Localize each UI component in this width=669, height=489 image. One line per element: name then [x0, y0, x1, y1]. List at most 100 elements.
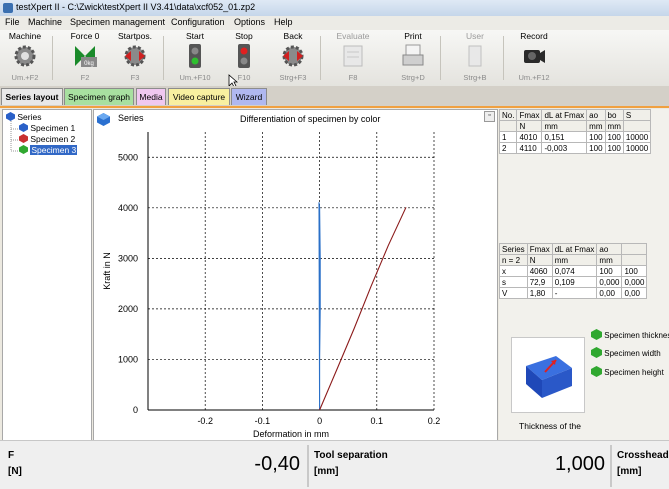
table-cell: 0,000 — [596, 276, 623, 288]
y-tick-label: 3000 — [118, 253, 138, 263]
force-zero-button[interactable]: Force 0 0kg F2 — [60, 30, 110, 84]
x-tick-label: -0.2 — [197, 416, 213, 426]
option-label: Specimen height — [604, 368, 664, 377]
print-button[interactable]: Print Strg+D — [388, 30, 438, 84]
user-label: User — [466, 31, 484, 41]
option-label: Specimen width — [604, 349, 661, 358]
crosshead-label: Crosshead — [617, 450, 669, 461]
menu-machine[interactable]: Machine — [28, 17, 62, 27]
back-shortcut: Strg+F3 — [279, 73, 307, 82]
x-tick-label: -0.1 — [255, 416, 271, 426]
table-cell: x — [499, 265, 528, 277]
title-bar: testXpert II - C:\Zwick\testXpert II V3.… — [0, 0, 669, 17]
column-header: S — [622, 109, 652, 121]
column-unit — [622, 120, 652, 132]
column-header: bo — [604, 109, 624, 121]
svg-text:0kg: 0kg — [84, 61, 94, 67]
table-cell: 10000 — [622, 131, 652, 143]
series-icon — [6, 112, 15, 121]
green-cube-icon — [591, 329, 602, 340]
start-button[interactable]: Start Um.+F10 — [170, 30, 220, 84]
table-cell: 1,80 — [526, 287, 553, 299]
tree-item-label: Specimen 2 — [30, 134, 76, 144]
tab-video-capture[interactable]: Video capture — [168, 88, 230, 105]
stats-table-container: Series Fmax dL at Fmax ao n = 2 Nmm mm x 4060 0,0… — [499, 243, 669, 301]
stop-shortcut: F10 — [237, 73, 251, 82]
app-icon — [3, 3, 13, 13]
option-specimen-thickness[interactable]: Specimen thickness — [591, 329, 669, 343]
table-cell: 4010 — [516, 131, 543, 143]
print-shortcut: Strg+D — [401, 73, 425, 82]
green-cube-icon — [19, 145, 28, 154]
force-readout-label: F — [8, 450, 15, 461]
menu-configuration[interactable]: Configuration — [171, 17, 225, 27]
shape-caption: Thickness of the — [519, 421, 581, 431]
back-gear-icon — [282, 45, 304, 67]
tool-separation-value: 1,000 — [554, 453, 605, 475]
option-specimen-width[interactable]: Specimen width — [591, 347, 669, 361]
x-tick-label: 0.2 — [428, 416, 441, 426]
machine-shortcut: Um.+F2 — [11, 73, 39, 82]
user-button[interactable]: User Strg+B — [450, 30, 500, 84]
window-title: testXpert II - C:\Zwick\testXpert II V3.… — [16, 2, 256, 12]
machine-button[interactable]: Machine Um.+F2 — [0, 30, 50, 84]
start-position-label: Startpos. — [117, 31, 153, 41]
table-cell: 0,00 — [596, 287, 623, 299]
table-row[interactable]: s 72,9 0,109 0,000 0,000 — [499, 276, 648, 288]
record-shortcut: Um.+F12 — [518, 73, 550, 82]
evaluate-icon — [343, 45, 363, 67]
x-tick-label: 0.1 — [371, 416, 384, 426]
force-zero-label: Force 0 — [70, 31, 100, 41]
green-cube-icon — [591, 347, 602, 358]
column-header: No. — [499, 109, 518, 121]
start-position-button[interactable]: Startpos. F3 — [110, 30, 160, 84]
menu-help[interactable]: Help — [274, 17, 293, 27]
toolbar-separator — [440, 36, 441, 80]
force-deformation-chart: -0.2 -0.1 0 0.1 0.2 0 1000 2000 3000 4000 5000 Defo… — [102, 132, 441, 439]
table-row[interactable]: 2 4110 -0,003 100 100 10000 — [499, 142, 652, 154]
start-traffic-light-icon — [189, 44, 201, 68]
crosshead-unit: [mm] — [617, 466, 642, 477]
column-unit — [621, 254, 648, 266]
tab-specimen-graph[interactable]: Specimen graph — [64, 88, 134, 105]
tab-series-layout[interactable]: Series layout — [1, 88, 63, 105]
back-button[interactable]: Back Strg+F3 — [268, 30, 318, 84]
tree-lines — [10, 121, 18, 152]
tree-item-specimen-1[interactable]: Specimen 1 — [19, 123, 75, 134]
option-specimen-height[interactable]: Specimen height — [591, 366, 669, 380]
table-row[interactable]: V 1,80-0,00 0,00 — [499, 287, 648, 299]
evaluate-button[interactable]: Evaluate F8 — [328, 30, 378, 84]
column-header: dL at Fmax — [551, 243, 598, 255]
y-axis-label: Kraft in N — [102, 252, 112, 290]
tree-item-specimen-2[interactable]: Specimen 2 — [19, 134, 75, 145]
column-unit: mm — [586, 120, 606, 132]
print-icon — [402, 44, 424, 66]
y-tick-label: 2000 — [118, 304, 138, 314]
user-icon — [468, 45, 482, 67]
record-button[interactable]: Record Um.+F12 — [509, 30, 559, 84]
column-unit: mm — [604, 120, 624, 132]
table-cell: 2 — [499, 142, 518, 154]
column-header: Fmax — [526, 243, 553, 255]
table-row[interactable]: 1 4010 0,151 100 100 10000 — [499, 131, 652, 143]
y-tick-label: 0 — [133, 405, 138, 415]
tab-media[interactable]: Media — [136, 88, 166, 105]
tree-item-specimen-3[interactable]: Specimen 3 — [19, 145, 78, 156]
table-cell: s — [499, 276, 528, 288]
menu-file[interactable]: File — [5, 17, 20, 27]
menu-options[interactable]: Options — [234, 17, 265, 27]
table-cell: 72,9 — [526, 276, 553, 288]
stop-button[interactable]: Stop F10 — [219, 30, 269, 84]
menu-specimen-management[interactable]: Specimen management — [70, 17, 165, 27]
force-readout-unit: [N] — [8, 466, 22, 477]
machine-label: Machine — [8, 31, 42, 41]
toolbar: Machine Um.+F2 Force 0 0kg F2 Startpos. … — [0, 30, 669, 88]
column-header: ao — [586, 109, 606, 121]
table-cell: V — [499, 287, 528, 299]
toolbar-separator — [163, 36, 164, 80]
tab-wizard[interactable]: Wizard — [231, 88, 267, 105]
table-cell: 100 — [604, 142, 624, 154]
column-header: Series — [499, 243, 528, 255]
y-tick-label: 4000 — [118, 203, 138, 213]
table-row[interactable]: x 4060 0,074 100 100 — [499, 265, 648, 277]
